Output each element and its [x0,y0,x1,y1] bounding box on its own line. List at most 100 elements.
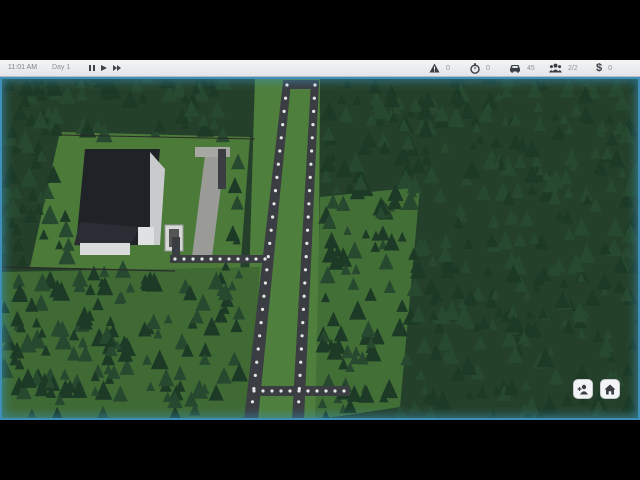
road-marker [281,123,285,127]
road-marker [256,347,260,351]
play-icon [101,65,107,71]
road-marker [306,215,310,219]
road-marker [279,136,283,140]
road-marker [283,96,288,100]
road-marker [276,162,280,166]
road-marker [309,162,313,166]
road-marker [288,389,292,393]
road-marker [307,189,312,193]
road-marker [200,257,204,261]
road-marker [255,360,259,364]
road-marker [305,228,310,232]
alerts-stat[interactable]: 0 [429,62,450,74]
road-marker [191,257,195,261]
road-marker [279,389,283,393]
road-marker [209,257,213,261]
road-marker [302,294,306,298]
people-value: 2/2 [568,64,578,72]
road-marker [272,202,276,206]
road-marker [266,255,270,259]
road-marker [250,400,255,404]
timer-value: 0 [486,64,490,72]
road-marker [299,347,303,351]
road-marker [312,96,316,100]
road-marker [307,202,311,206]
game-clock: 11:01 AM [8,64,38,71]
road-marker [282,109,286,113]
road-marker [297,389,301,393]
fast-forward-icon [113,65,121,71]
road-marker [278,149,282,153]
alerts-value: 0 [446,64,450,72]
vehicles-stat[interactable]: 45 [509,62,535,74]
road-marker [252,389,256,393]
road-marker [258,334,262,338]
road-marker [269,228,273,232]
vehicles-value: 45 [527,64,535,72]
road-marker [273,189,278,193]
road-marker [312,109,316,113]
people-stat[interactable]: 2/2 [549,62,578,74]
car-icon [510,65,520,73]
pine-tree [379,77,390,81]
add-person-button[interactable] [573,379,593,399]
money-stat[interactable]: $ 0 [596,62,612,74]
fast-forward-button[interactable] [112,63,123,73]
road-marker [260,307,265,311]
timer-stat[interactable]: 0 [470,62,490,74]
road-marker [333,389,337,393]
road-marker [311,123,315,127]
road-marker [263,281,267,285]
road-marker [285,83,289,87]
game-viewport[interactable] [0,77,640,420]
road-marker [308,175,312,179]
road-marker [254,257,258,261]
road-marker [270,389,274,393]
pine-tree [106,77,115,80]
road-marker [301,307,306,311]
road-marker [245,257,249,261]
road-marker [301,321,305,325]
money-value: 0 [608,64,613,72]
home-button[interactable] [600,379,620,399]
road-marker [342,389,346,393]
road-marker [218,257,222,261]
road-marker [303,268,308,272]
road-marker [306,389,310,393]
road-marker [299,360,303,364]
people-icon [549,63,562,73]
road-marker [173,257,177,261]
stopwatch-icon [470,62,480,74]
road-marker [305,241,309,245]
pause-button[interactable] [88,63,96,73]
pine-tree [591,77,604,82]
road-marker [310,136,314,140]
road-marker [259,321,263,325]
road-marker [297,400,301,404]
play-button[interactable] [100,63,108,73]
road-marker [300,334,304,338]
road-marker [310,149,314,153]
road-marker [268,241,272,245]
road-marker [261,389,265,393]
top-status-bar: 11:01 AM Day 1 0 0 45 2/2 $ 0 [0,60,640,77]
road-marker [275,175,279,179]
home-icon [604,384,616,394]
road-marker [253,373,257,377]
road-marker [303,281,307,285]
road-marker [263,257,267,261]
road-marker [236,257,240,261]
add-person-icon [577,384,588,394]
dollar-icon: $ [596,62,603,74]
road-marker [298,373,302,377]
warning-icon [429,63,440,73]
road-marker [227,257,231,261]
road-marker [324,389,328,393]
road-marker [304,255,308,259]
road-marker [265,268,269,272]
road-marker [182,257,186,261]
pause-icon [89,65,95,71]
road-marker [315,389,319,393]
forest-map[interactable] [0,77,640,420]
day-counter: Day 1 [52,64,71,71]
